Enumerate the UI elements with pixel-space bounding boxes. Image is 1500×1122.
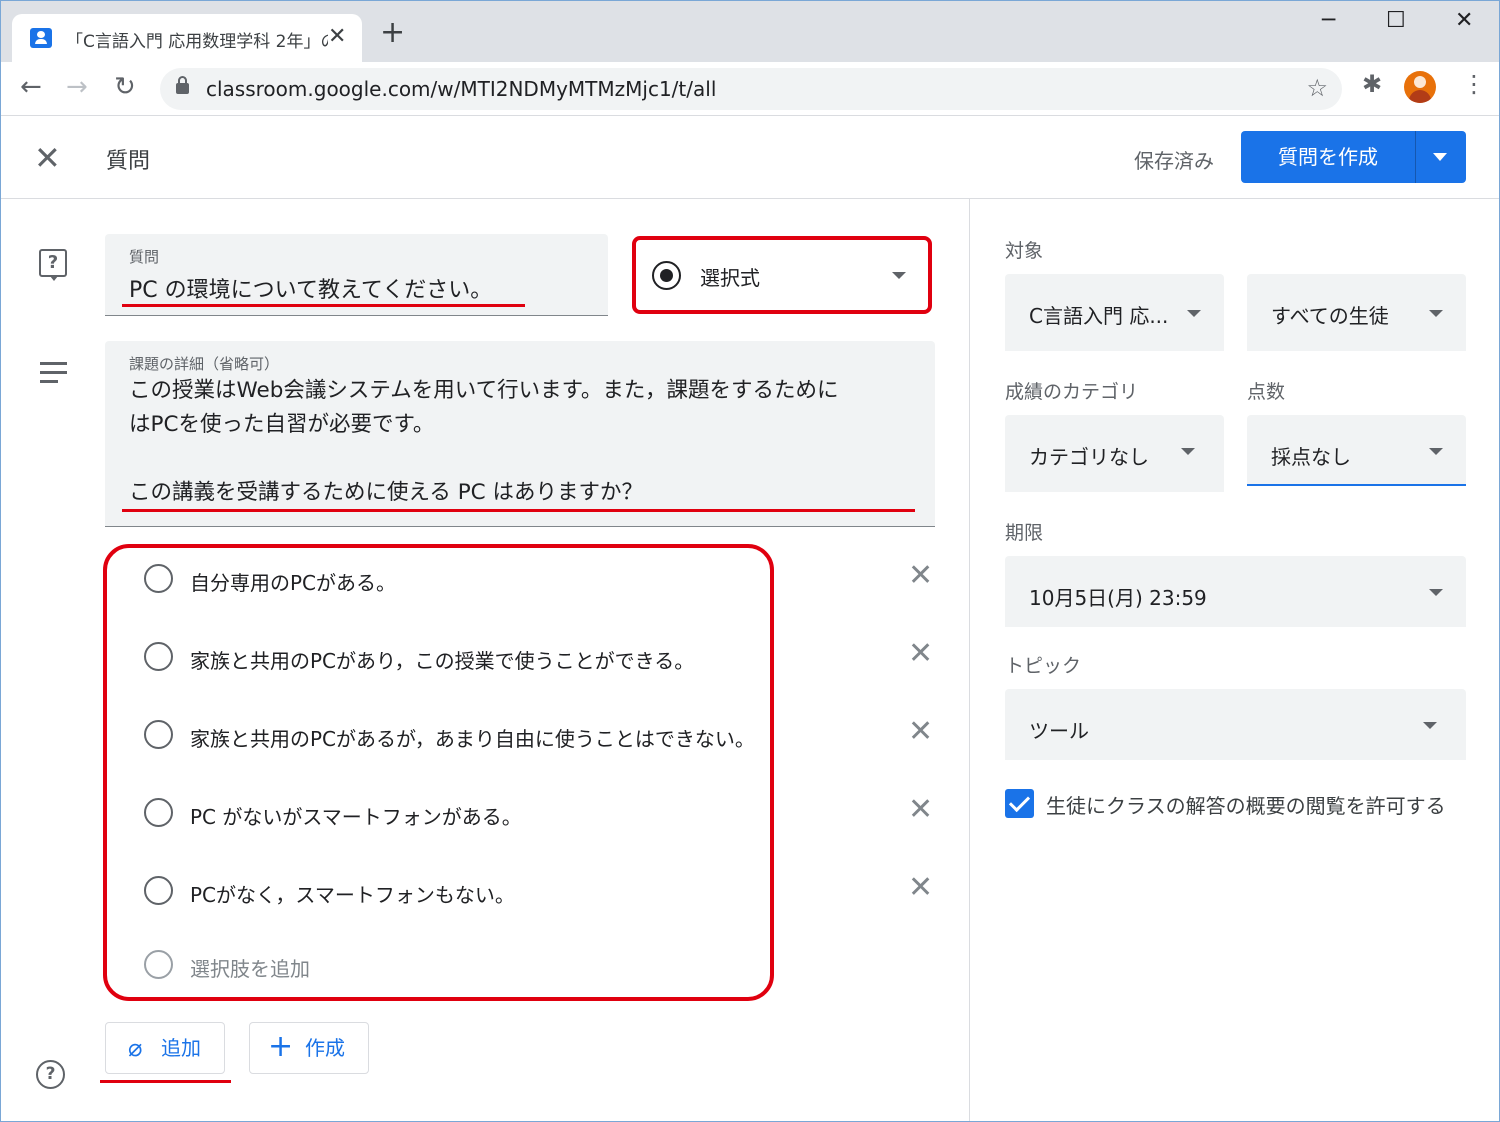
window-border [0,0,1500,1122]
